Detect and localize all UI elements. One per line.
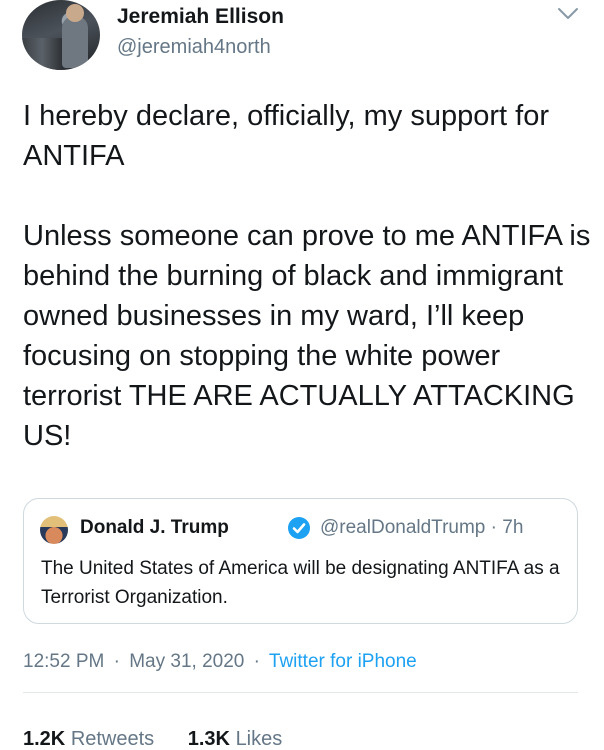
avatar-figure — [62, 16, 88, 68]
quoted-tweet-time: 7h — [502, 517, 524, 538]
likes-label: Likes — [235, 728, 283, 750]
tweet-stats: 1.2K Retweets 1.3K Likes — [23, 728, 310, 750]
quoted-tweet-meta: @realDonaldTrump · 7h — [320, 517, 523, 539]
chevron-down-icon[interactable] — [555, 4, 581, 24]
likes-count: 1.3K — [187, 728, 230, 750]
retweets-count: 1.2K — [23, 728, 66, 750]
tweet-time[interactable]: 12:52 PM — [23, 651, 104, 672]
quoted-tweet-card[interactable]: Donald J. Trump @realDonaldTrump · 7h Th… — [23, 498, 578, 624]
likes-stat[interactable]: 1.3K Likes — [188, 728, 283, 750]
meta-separator: · — [490, 517, 497, 538]
avatar-background — [22, 38, 62, 70]
tweet-date[interactable]: May 31, 2020 — [129, 651, 244, 672]
tweet-text: I hereby declare, officially, my support… — [23, 96, 595, 456]
quoted-author-name: Donald J. Trump — [80, 517, 229, 538]
tweet-metadata: 12:52 PM · May 31, 2020 · Twitter for iP… — [23, 651, 417, 673]
meta-separator: · — [253, 651, 260, 672]
author-avatar[interactable] — [22, 0, 100, 70]
author-handle[interactable]: @jeremiah4north — [117, 36, 271, 59]
avatar-figure-head — [66, 4, 84, 22]
retweets-label: Retweets — [70, 728, 155, 750]
meta-separator: · — [113, 651, 120, 672]
verified-badge-icon — [288, 517, 310, 539]
tweet-source-link[interactable]: Twitter for iPhone — [269, 651, 417, 672]
quoted-author-handle: @realDonaldTrump — [320, 517, 486, 538]
tweet-page: Jeremiah Ellison @jeremiah4north I hereb… — [0, 0, 604, 750]
quoted-tweet-text: The United States of America will be des… — [41, 558, 560, 608]
tweet-header: Jeremiah Ellison @jeremiah4north — [0, 0, 604, 88]
divider — [23, 692, 578, 693]
tweet-paragraph: Unless someone can prove to me ANTIFA is… — [23, 220, 591, 452]
quoted-author-avatar — [40, 516, 68, 544]
tweet-paragraph: I hereby declare, officially, my support… — [23, 100, 549, 172]
retweets-stat[interactable]: 1.2K Retweets — [23, 728, 154, 750]
author-name[interactable]: Jeremiah Ellison — [117, 5, 284, 29]
